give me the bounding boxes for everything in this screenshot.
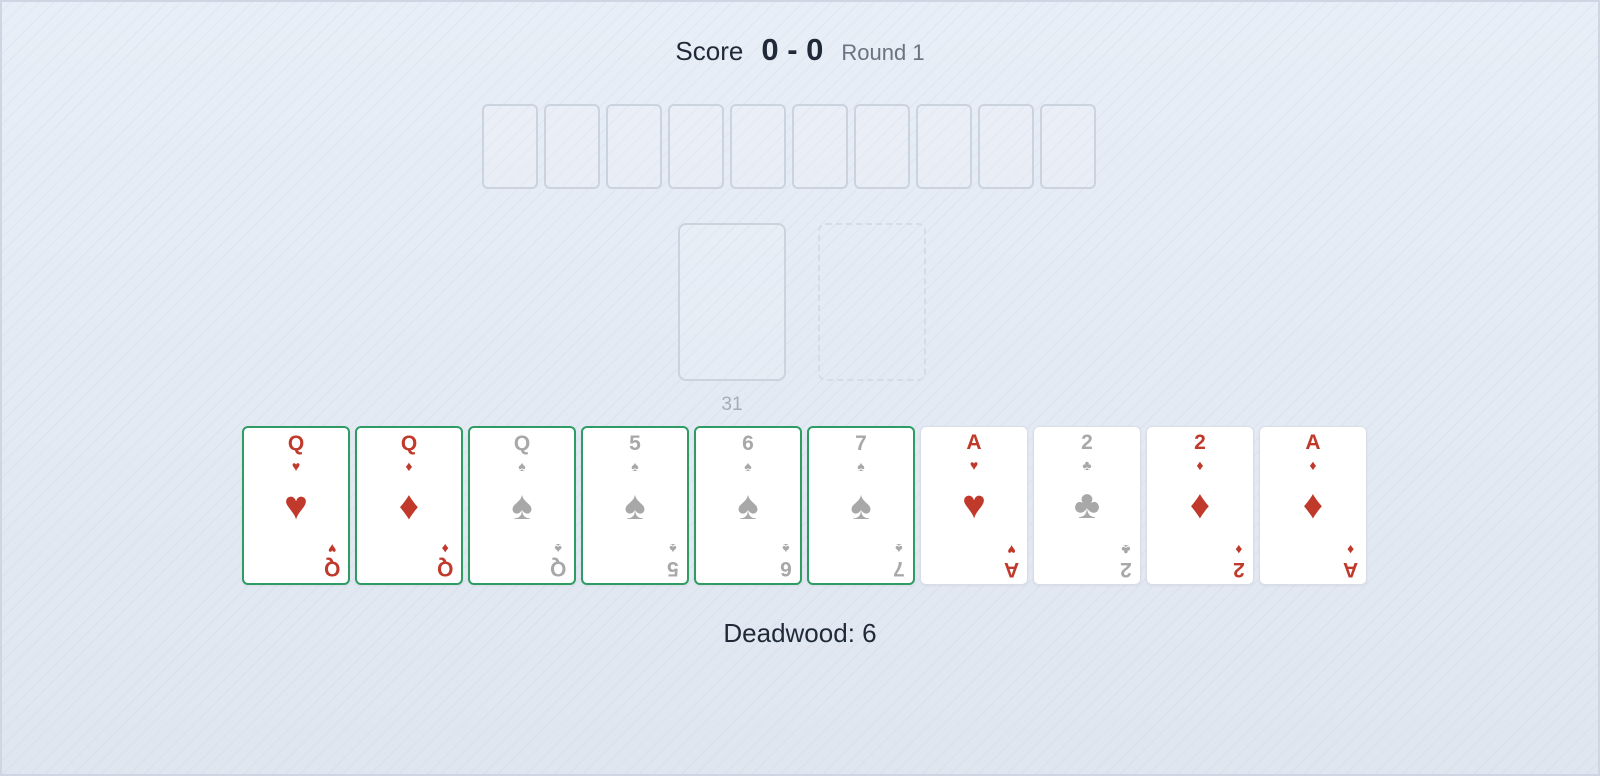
card-7-spades[interactable]: 7 ♠ ♠ 7 ♠ — [807, 426, 915, 585]
diamonds-icon: ♦ — [1235, 542, 1243, 558]
opponent-card-slot — [730, 104, 786, 189]
card-rank: Q — [287, 432, 305, 455]
spades-icon: ♠ — [624, 484, 646, 528]
card-6-spades[interactable]: 6 ♠ ♠ 6 ♠ — [694, 426, 802, 585]
opponent-card-slot — [668, 104, 724, 189]
card-corner-bottom: 2 ♣ — [1120, 542, 1132, 581]
spades-icon: ♠ — [782, 541, 790, 557]
hearts-icon: ♥ — [327, 541, 336, 557]
card-rank: A — [1305, 431, 1321, 454]
card-a-hearts[interactable]: A ♥ ♥ A ♥ — [920, 426, 1028, 585]
spades-icon: ♠ — [554, 541, 562, 557]
score-value: 0 - 0 — [761, 32, 824, 67]
clubs-icon: ♣ — [1121, 542, 1131, 558]
card-rank: 6 — [780, 557, 792, 580]
opponent-card-slot — [606, 104, 662, 189]
clubs-icon: ♣ — [1073, 483, 1101, 527]
opponent-card-slot — [1040, 104, 1096, 189]
card-rank: 6 — [742, 432, 754, 455]
card-rank: Q — [323, 557, 340, 580]
hearts-icon: ♥ — [1007, 542, 1016, 558]
card-rank: A — [1003, 558, 1019, 581]
spades-icon: ♠ — [518, 458, 526, 474]
card-corner-bottom: Q ♠ — [549, 541, 566, 580]
card-corner-bottom: A ♥ — [1003, 542, 1019, 581]
diamonds-icon: ♦ — [1346, 542, 1354, 558]
diamonds-icon: ♦ — [405, 458, 413, 474]
hearts-icon: ♥ — [291, 458, 301, 474]
opponent-card-slot — [792, 104, 848, 189]
spades-icon: ♠ — [850, 484, 872, 528]
stock-pile[interactable] — [678, 223, 786, 381]
card-corner-bottom: 7 ♠ — [893, 541, 905, 580]
card-corner-bottom: Q ♦ — [436, 541, 453, 580]
card-rank: A — [966, 431, 982, 454]
diamonds-icon: ♦ — [1189, 483, 1211, 527]
card-corner-bottom: 5 ♠ — [667, 541, 679, 580]
score-bar: Score 0 - 0 Round 1 — [2, 32, 1598, 68]
card-rank: 5 — [667, 557, 679, 580]
card-q-hearts[interactable]: Q ♥ ♥ Q ♥ — [242, 426, 350, 585]
card-rank: Q — [400, 432, 418, 455]
card-q-spades[interactable]: Q ♠ ♠ Q ♠ — [468, 426, 576, 585]
hearts-icon: ♥ — [969, 457, 979, 473]
spades-icon: ♠ — [895, 541, 903, 557]
diamonds-icon: ♦ — [1196, 457, 1204, 473]
spades-icon: ♠ — [511, 484, 533, 528]
hearts-icon: ♥ — [962, 483, 986, 527]
card-rank: Q — [549, 557, 566, 580]
discard-pile[interactable] — [818, 223, 926, 381]
spades-icon: ♠ — [737, 484, 759, 528]
diamonds-icon: ♦ — [1302, 483, 1324, 527]
card-rank: 2 — [1233, 558, 1245, 581]
card-rank: Q — [436, 557, 453, 580]
opponent-card-slot — [482, 104, 538, 189]
card-rank: A — [1342, 558, 1358, 581]
card-corner-bottom: A ♦ — [1342, 542, 1358, 581]
diamonds-icon: ♦ — [398, 484, 420, 528]
spades-icon: ♠ — [669, 541, 677, 557]
hearts-icon: ♥ — [284, 484, 308, 528]
round-label: Round 1 — [841, 40, 925, 65]
card-5-spades[interactable]: 5 ♠ ♠ 5 ♠ — [581, 426, 689, 585]
spades-icon: ♠ — [631, 458, 639, 474]
card-corner-bottom: 6 ♠ — [780, 541, 792, 580]
card-rank: 5 — [629, 432, 641, 455]
opponent-card-slot — [978, 104, 1034, 189]
diamonds-icon: ♦ — [441, 541, 449, 557]
card-rank: 7 — [855, 432, 867, 455]
score-label: Score — [675, 36, 744, 66]
diamonds-icon: ♦ — [1309, 457, 1317, 473]
spades-icon: ♠ — [744, 458, 752, 474]
card-rank: Q — [513, 432, 531, 455]
card-2-diamonds[interactable]: 2 ♦ ♦ 2 ♦ — [1146, 426, 1254, 585]
stock-count: 31 — [721, 394, 743, 415]
card-rank: 7 — [893, 557, 905, 580]
card-corner-bottom: Q ♥ — [323, 541, 340, 580]
card-rank: 2 — [1081, 431, 1093, 454]
card-rank: 2 — [1120, 558, 1132, 581]
player-hand: Q ♥ ♥ Q ♥ Q ♦ ♦ Q ♦ Q ♠ ♠ Q ♠ 5 ♠ ♠ 5 ♠ 6 ♠ ♠ 6 ♠ 7 ♠ ♠ 7 ♠ A ♥ ♥ A ♥ 2 ♣ ♣ 2 ♣… — [242, 426, 1367, 585]
card-2-clubs[interactable]: 2 ♣ ♣ 2 ♣ — [1033, 426, 1141, 585]
card-q-diamonds[interactable]: Q ♦ ♦ Q ♦ — [355, 426, 463, 585]
card-corner-bottom: 2 ♦ — [1233, 542, 1245, 581]
opponent-card-slot — [916, 104, 972, 189]
opponent-card-slot — [544, 104, 600, 189]
card-rank: 2 — [1194, 431, 1206, 454]
card-a-diamonds[interactable]: A ♦ ♦ A ♦ — [1259, 426, 1367, 585]
deadwood-count: Deadwood: 6 — [723, 618, 877, 648]
clubs-icon: ♣ — [1082, 457, 1092, 473]
opponent-hand — [482, 104, 1096, 189]
opponent-card-slot — [854, 104, 910, 189]
spades-icon: ♠ — [857, 458, 865, 474]
